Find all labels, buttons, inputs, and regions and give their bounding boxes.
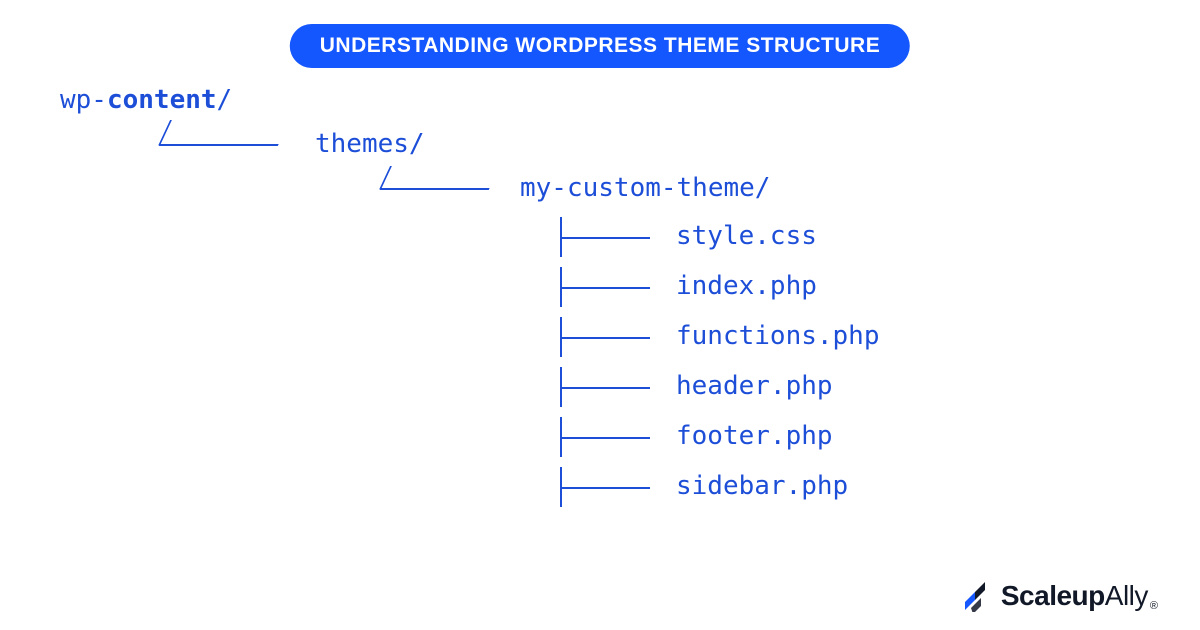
tree-file-row: sidebar.php bbox=[560, 472, 848, 502]
tree-file: index.php bbox=[676, 272, 817, 302]
branch-icon bbox=[560, 323, 650, 351]
connector-icon bbox=[158, 120, 290, 146]
root-bold: content bbox=[107, 85, 217, 115]
root-suffix: / bbox=[217, 85, 233, 115]
tree-level2: my-custom-theme/ bbox=[520, 174, 770, 204]
connector-icon bbox=[379, 166, 500, 190]
branch-icon bbox=[560, 423, 650, 451]
branch-icon bbox=[560, 223, 650, 251]
root-prefix: wp- bbox=[60, 85, 107, 115]
tree-file: style.css bbox=[676, 222, 817, 252]
tree-file: functions.php bbox=[676, 322, 880, 352]
branch-icon bbox=[560, 273, 650, 301]
brand-logo: ScaleupAlly® bbox=[961, 580, 1156, 612]
tree-file-row: footer.php bbox=[560, 422, 833, 452]
brand-text-1: Scaleup bbox=[1001, 580, 1105, 612]
tree-file-row: style.css bbox=[560, 222, 817, 252]
page-title: UNDERSTANDING WORDPRESS THEME STRUCTURE bbox=[290, 24, 910, 68]
brand-reg: ® bbox=[1150, 600, 1158, 612]
logo-icon bbox=[961, 580, 993, 612]
tree-file: sidebar.php bbox=[676, 472, 848, 502]
tree-file-row: functions.php bbox=[560, 322, 880, 352]
tree-root: wp-content/ bbox=[60, 86, 232, 116]
tree-file-row: index.php bbox=[560, 272, 817, 302]
tree-level1: themes/ bbox=[315, 130, 425, 160]
branch-icon bbox=[560, 373, 650, 401]
tree-file: footer.php bbox=[676, 422, 833, 452]
brand-text-2: Ally bbox=[1105, 580, 1148, 612]
tree-file-row: header.php bbox=[560, 372, 833, 402]
tree-file: header.php bbox=[676, 372, 833, 402]
branch-icon bbox=[560, 473, 650, 501]
